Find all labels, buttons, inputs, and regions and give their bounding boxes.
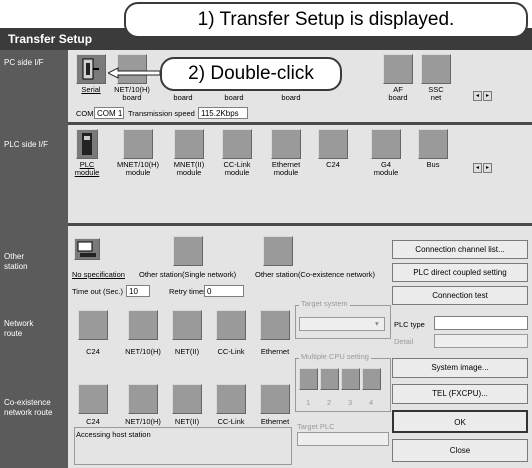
route-c24-icon[interactable] <box>78 310 108 340</box>
route-net2-icon[interactable] <box>172 310 202 340</box>
cpu-2-number: 2 <box>327 398 332 407</box>
cpu-3-button[interactable] <box>341 368 360 390</box>
tel-fxcpu-button[interactable]: TEL (FXCPU)... <box>392 384 528 404</box>
plc-side-label: PLC side I/F <box>4 140 49 149</box>
route-cclink-label: CC-Link <box>217 347 245 356</box>
detail-label: Detail <box>394 337 414 346</box>
coexist-net10h-label: NET/10(H) <box>125 417 161 426</box>
coexist-net2-icon[interactable] <box>172 384 202 414</box>
route-ethernet-icon[interactable] <box>260 310 290 340</box>
callout-transfer-setup: 1) Transfer Setup is displayed. <box>124 2 528 38</box>
route-cclink-icon[interactable] <box>216 310 246 340</box>
retry-times-label: Retry times <box>169 287 207 296</box>
arrow-left-icon <box>106 66 161 79</box>
transmission-speed-label: Transmission speed <box>128 109 195 118</box>
timeout-field[interactable]: 10 <box>126 285 150 297</box>
g4-module-icon[interactable] <box>371 129 401 159</box>
cclink-module-icon[interactable] <box>222 129 252 159</box>
other-station-coexistence-icon[interactable] <box>263 236 293 266</box>
pc-scroll-left-button[interactable]: ◂ <box>473 91 482 101</box>
route-net10h-label: NET/10(H) <box>125 347 161 356</box>
coexist-net2-label: NET(II) <box>174 417 200 426</box>
c24-label: C24 <box>326 160 340 169</box>
ethernet-module-icon[interactable] <box>271 129 301 159</box>
coexist-c24-icon[interactable] <box>78 384 108 414</box>
coexist-ethernet-icon[interactable] <box>260 384 290 414</box>
bus-label: Bus <box>426 160 440 169</box>
multiple-cpu-label: Multiple CPU setting <box>299 352 371 361</box>
pc-scroll-right-button[interactable]: ▸ <box>483 91 492 101</box>
ethernet-module-label: Ethernet module <box>271 160 301 177</box>
board-label-2: board <box>224 93 244 102</box>
route-net10h-icon[interactable] <box>128 310 158 340</box>
window-title: Transfer Setup <box>8 32 93 46</box>
connection-test-button[interactable]: Connection test <box>392 286 528 305</box>
cpu-4-button[interactable] <box>362 368 381 390</box>
route-status-text: Accessing host station <box>76 430 151 439</box>
retry-times-field[interactable]: 0 <box>204 285 244 297</box>
coexistence-route-label: Co-existence network route <box>4 398 53 417</box>
cpu-3-number: 3 <box>348 398 353 407</box>
net10h-board-label: NET/10(H) board <box>114 85 150 102</box>
target-system-label: Target system <box>299 299 350 308</box>
other-station-coexistence-label: Other station(Co-existence network) <box>255 270 376 279</box>
detail-field <box>434 334 528 348</box>
plc-module-label[interactable]: PLC module <box>72 161 102 177</box>
mnet10h-module-icon[interactable] <box>123 129 153 159</box>
plc-type-field <box>434 316 528 330</box>
no-specification-label[interactable]: No specification <box>72 270 125 279</box>
timeout-label: Time out (Sec.) <box>72 287 123 296</box>
coexist-net10h-icon[interactable] <box>128 384 158 414</box>
com-port-field[interactable]: COM 1 <box>94 107 124 119</box>
af-board-label: AF board <box>388 85 408 102</box>
serial-label[interactable]: Serial <box>76 86 106 94</box>
mnet10h-module-label: MNET/10(H) module <box>116 160 160 177</box>
no-specification-icon[interactable] <box>74 238 100 260</box>
coexist-cclink-label: CC-Link <box>217 417 245 426</box>
cpu-4-number: 4 <box>369 398 374 407</box>
mnet2-module-label: MNET(II) module <box>173 160 205 177</box>
other-station-label: Other station <box>4 252 28 271</box>
plc-scroll-right-button[interactable]: ▸ <box>483 163 492 173</box>
c24-icon[interactable] <box>318 129 348 159</box>
ok-button[interactable]: OK <box>392 410 528 433</box>
target-plc-field[interactable] <box>297 432 389 446</box>
coexist-c24-label: C24 <box>86 417 100 426</box>
coexist-cclink-icon[interactable] <box>216 384 246 414</box>
board-label-1: board <box>173 93 193 102</box>
cpu-1-button[interactable] <box>299 368 318 390</box>
network-route-label: Network route <box>4 319 34 338</box>
target-plc-label: Target PLC <box>297 422 335 431</box>
pc-side-label: PC side I/F <box>4 58 44 67</box>
plc-type-label: PLC type <box>394 320 425 329</box>
route-ethernet-label: Ethernet <box>260 347 290 356</box>
callout-double-click: 2) Double-click <box>160 57 342 91</box>
system-image-button[interactable]: System image... <box>392 358 528 378</box>
af-board-icon[interactable] <box>383 54 413 84</box>
ssc-net-label: SSC net <box>428 85 444 102</box>
plc-scroll-left-button[interactable]: ◂ <box>473 163 482 173</box>
transmission-speed-field[interactable]: 115.2Kbps <box>198 107 248 119</box>
g4-module-label: G4 module <box>373 160 399 177</box>
cpu-1-number: 1 <box>306 398 311 407</box>
chevron-down-icon[interactable]: ▾ <box>375 319 379 328</box>
plc-direct-coupled-button[interactable]: PLC direct coupled setting <box>392 263 528 282</box>
serial-icon[interactable] <box>76 54 106 84</box>
coexist-ethernet-label: Ethernet <box>260 417 290 426</box>
com-label: COM <box>76 109 94 118</box>
target-system-select[interactable] <box>299 317 385 331</box>
connection-channel-list-button[interactable]: Connection channel list... <box>392 240 528 259</box>
close-button[interactable]: Close <box>392 439 528 462</box>
ssc-net-icon[interactable] <box>421 54 451 84</box>
route-net2-label: NET(II) <box>174 347 200 356</box>
other-station-single-label: Other station(Single network) <box>139 270 237 279</box>
mnet2-module-icon[interactable] <box>174 129 204 159</box>
cclink-module-label: CC-Link module <box>223 160 251 177</box>
other-station-single-icon[interactable] <box>173 236 203 266</box>
cpu-2-button[interactable] <box>320 368 339 390</box>
board-label-3: board <box>281 93 301 102</box>
bus-icon[interactable] <box>418 129 448 159</box>
route-c24-label: C24 <box>86 347 100 356</box>
plc-module-icon[interactable] <box>76 129 98 159</box>
